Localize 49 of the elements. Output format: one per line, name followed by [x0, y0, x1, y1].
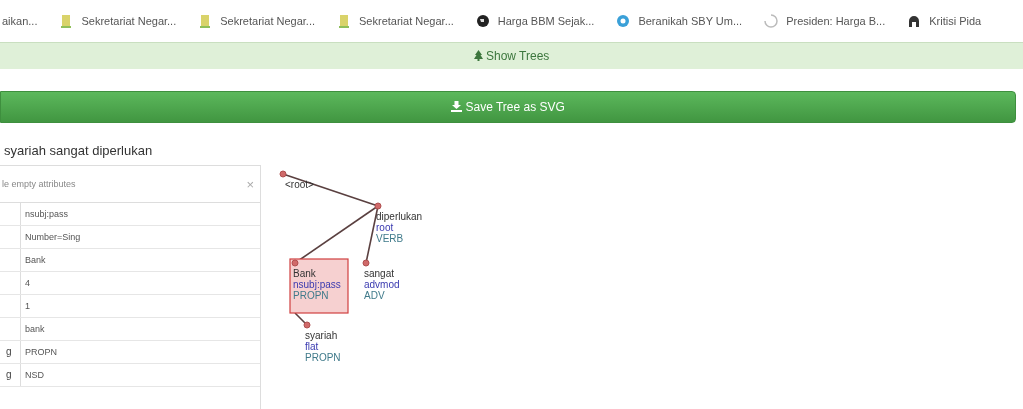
word-form: Bank [293, 268, 316, 279]
dependency-label: nsubj:pass [293, 279, 341, 290]
bookmark-link[interactable]: Sekretariat Negar... [198, 14, 316, 28]
bookmark-icon [198, 14, 213, 28]
bookmark-link[interactable]: Kritisi Pida [907, 14, 982, 28]
node-dot[interactable] [374, 202, 382, 210]
pos-tag: ADV [364, 290, 385, 301]
attribute-value[interactable]: PROPN [21, 341, 260, 363]
pos-tag: VERB [376, 233, 404, 244]
show-trees-button[interactable]: Show Trees [469, 47, 554, 65]
bookmark-icon [764, 14, 779, 28]
node-dot[interactable] [291, 259, 299, 267]
bookmark-icon [907, 14, 922, 28]
attribute-value[interactable]: nsubj:pass [21, 203, 260, 225]
node-dot[interactable] [303, 321, 311, 329]
attribute-value[interactable]: 1 [21, 295, 260, 317]
root-label: <root> [285, 179, 314, 190]
attribute-value[interactable]: bank [21, 318, 260, 340]
bookmark-icon [337, 14, 352, 28]
dependency-label: flat [305, 341, 319, 352]
word-form: syariah [305, 330, 338, 341]
bookmark-link[interactable]: Presiden: Harga B... [764, 14, 886, 28]
bookmark-link[interactable]: Beranikah SBY Um... [616, 14, 743, 28]
bookmark-link[interactable]: Sekretariat Negar... [337, 14, 454, 28]
bookmark-icon [59, 14, 74, 28]
attribute-value[interactable]: NSD [21, 364, 260, 386]
attribute-value[interactable]: 4 [21, 272, 260, 294]
node-dot[interactable] [362, 259, 370, 267]
attribute-value[interactable]: Bank [21, 249, 260, 271]
word-form: sangat [364, 268, 395, 279]
sentence-text: syariah sangat diperlukan [3, 142, 154, 160]
bookmark-link[interactable]: Sekretariat Negar... [59, 14, 177, 28]
attribute-name: g [0, 341, 21, 363]
pos-tag: PROPN [305, 352, 341, 363]
dependency-label: advmod [364, 279, 400, 290]
word-form: diperlukan [376, 211, 423, 222]
bookmark-icon [475, 14, 490, 28]
selected-node-box[interactable] [289, 258, 349, 314]
bookmark-link[interactable]: aikan... [2, 15, 38, 27]
tree-icon [473, 50, 483, 61]
node-dot[interactable] [279, 170, 287, 178]
pos-tag: PROPN [293, 290, 329, 301]
attribute-value[interactable]: Number=Sing [21, 226, 260, 248]
dependency-edge [294, 312, 308, 326]
dependency-label: root [376, 222, 394, 233]
download-icon [451, 101, 463, 112]
bookmark-link[interactable]: Harga BBM Sejak... [475, 14, 595, 28]
bookmark-icon [616, 14, 631, 28]
attribute-name: g [0, 364, 21, 386]
